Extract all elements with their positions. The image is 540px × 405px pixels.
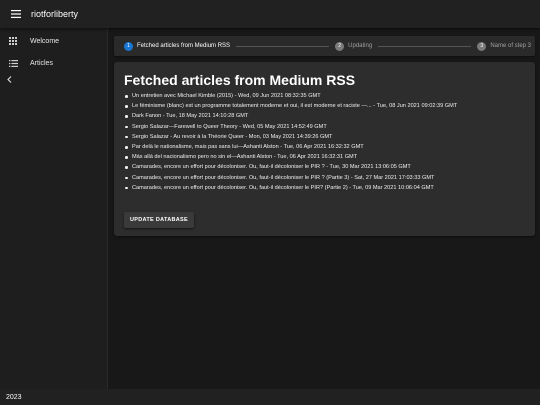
main-content: 1 Fetched articles from Medium RSS 2 Upd… <box>108 28 540 389</box>
list-icon <box>8 58 18 68</box>
list-item: Más allá del nacionalismo pero no sin el… <box>124 152 525 162</box>
list-item: Par delà le nationalisme, mais pas sans … <box>124 142 525 152</box>
articles-list: Un entretien avec Michael Kimble (2015) … <box>124 91 525 193</box>
step-label: Name of step 3 <box>490 43 531 49</box>
step-1[interactable]: 1 Fetched articles from Medium RSS <box>124 41 231 51</box>
step-number: 3 <box>477 41 487 51</box>
update-database-button[interactable]: UPDATE DATABASE <box>124 212 194 228</box>
card-title: Fetched articles from Medium RSS <box>124 72 356 88</box>
nav-item-label: Welcome <box>30 37 60 45</box>
chevron-left-icon[interactable] <box>4 74 14 84</box>
nav-item-articles[interactable]: Articles <box>0 53 107 73</box>
step-connector <box>236 45 330 47</box>
list-item: Camarades, encore un effort pour décolon… <box>124 173 525 183</box>
list-item: Un entretien avec Michael Kimble (2015) … <box>124 91 525 101</box>
app-bar: riotforliberty <box>0 0 540 28</box>
stepper: 1 Fetched articles from Medium RSS 2 Upd… <box>114 36 535 56</box>
list-item: Sergio Salazar - Au revoir à la Théorie … <box>124 132 525 142</box>
step-label: Fetched articles from Medium RSS <box>137 43 231 49</box>
step-3[interactable]: 3 Name of step 3 <box>477 41 531 51</box>
list-item: Camarades, encore un effort pour décolon… <box>124 162 525 172</box>
list-item: Dark Fanon - Tue, 18 May 2021 14:10:28 G… <box>124 111 525 121</box>
app-title: riotforliberty <box>31 9 79 19</box>
articles-card: Fetched articles from Medium RSS Un entr… <box>114 62 535 236</box>
step-number: 2 <box>335 41 345 51</box>
list-item: Sergio Salazar—Farewell to Queer Theory … <box>124 122 525 132</box>
step-label: Updating <box>348 43 373 49</box>
nav-item-welcome[interactable]: Welcome <box>0 31 107 51</box>
footer-year: 2023 <box>6 393 22 401</box>
footer: 2023 <box>0 389 540 405</box>
step-2[interactable]: 2 Updating <box>335 41 373 51</box>
list-item: Le féminisme (blanc) est un programme to… <box>124 101 525 111</box>
grid-apps-icon <box>8 36 18 46</box>
nav-item-label: Articles <box>30 59 53 67</box>
hamburger-menu-icon[interactable] <box>4 2 28 26</box>
step-connector <box>378 45 472 47</box>
list-item: Camarades, encore un effort pour décolon… <box>124 183 525 193</box>
step-number: 1 <box>124 41 133 51</box>
navigation-drawer: Welcome Articles <box>0 28 108 389</box>
